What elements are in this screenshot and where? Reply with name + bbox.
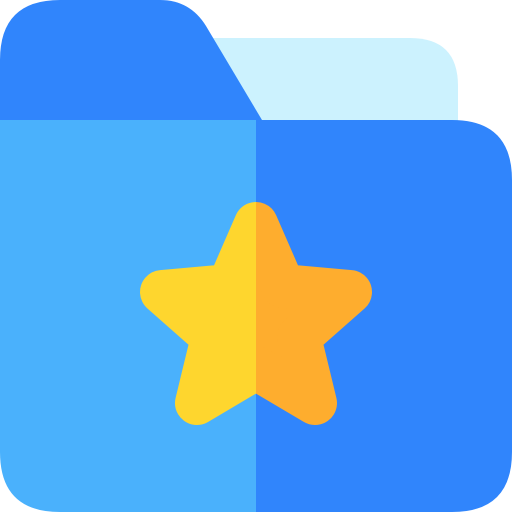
- starred-folder-svg: [0, 0, 512, 512]
- starred-folder-icon: [0, 0, 512, 512]
- folder-back-tab: [0, 0, 262, 120]
